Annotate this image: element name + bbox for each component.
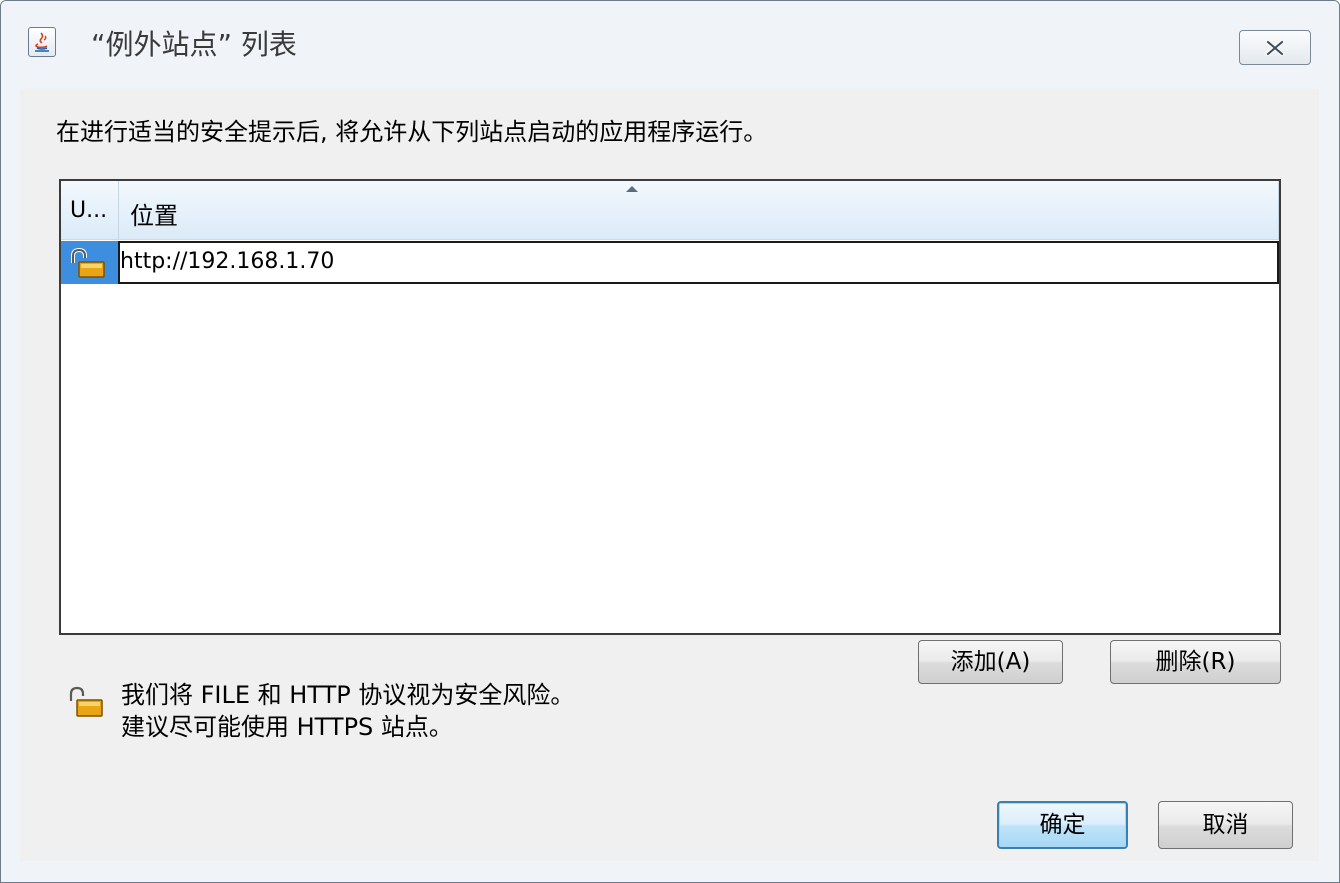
site-location-cell[interactable]: http://192.168.1.70 (118, 241, 1279, 284)
column-header-url-type[interactable]: U... (61, 181, 119, 239)
cancel-button[interactable]: 取消 (1158, 801, 1293, 849)
sort-ascending-icon (626, 186, 638, 192)
unlocked-padlock-icon (71, 247, 105, 278)
table-row[interactable]: http://192.168.1.70 (61, 241, 1279, 284)
unlocked-padlock-icon (69, 686, 103, 717)
java-icon (28, 27, 56, 57)
remove-button[interactable]: 删除(R) (1110, 640, 1281, 684)
ok-button[interactable]: 确定 (997, 801, 1128, 849)
add-button[interactable]: 添加(A) (918, 640, 1063, 684)
close-icon (1265, 40, 1285, 56)
warning-line-1: 我们将 FILE 和 HTTP 协议视为安全风险。 (121, 681, 575, 709)
table-header: U... 位置 (61, 181, 1279, 240)
security-warning-text: 我们将 FILE 和 HTTP 协议视为安全风险。 建议尽可能使用 HTTPS … (121, 679, 574, 743)
close-button[interactable] (1239, 30, 1311, 65)
column-header-location[interactable]: 位置 (120, 181, 1279, 239)
warning-line-2: 建议尽可能使用 HTTPS 站点。 (121, 713, 453, 741)
dialog-title: “例外站点” 列表 (91, 28, 297, 61)
instruction-text: 在进行适当的安全提示后, 将允许从下列站点启动的应用程序运行。 (56, 118, 768, 146)
dialog-content: 在进行适当的安全提示后, 将允许从下列站点启动的应用程序运行。 U... 位置 … (20, 89, 1319, 861)
row-icon-cell[interactable] (61, 241, 119, 284)
exception-site-table[interactable]: U... 位置 http://192.168.1.70 (59, 179, 1281, 635)
exception-site-list-dialog: “例外站点” 列表 在进行适当的安全提示后, 将允许从下列站点启动的应用程序运行… (0, 0, 1340, 883)
title-bar[interactable]: “例外站点” 列表 (1, 1, 1339, 89)
